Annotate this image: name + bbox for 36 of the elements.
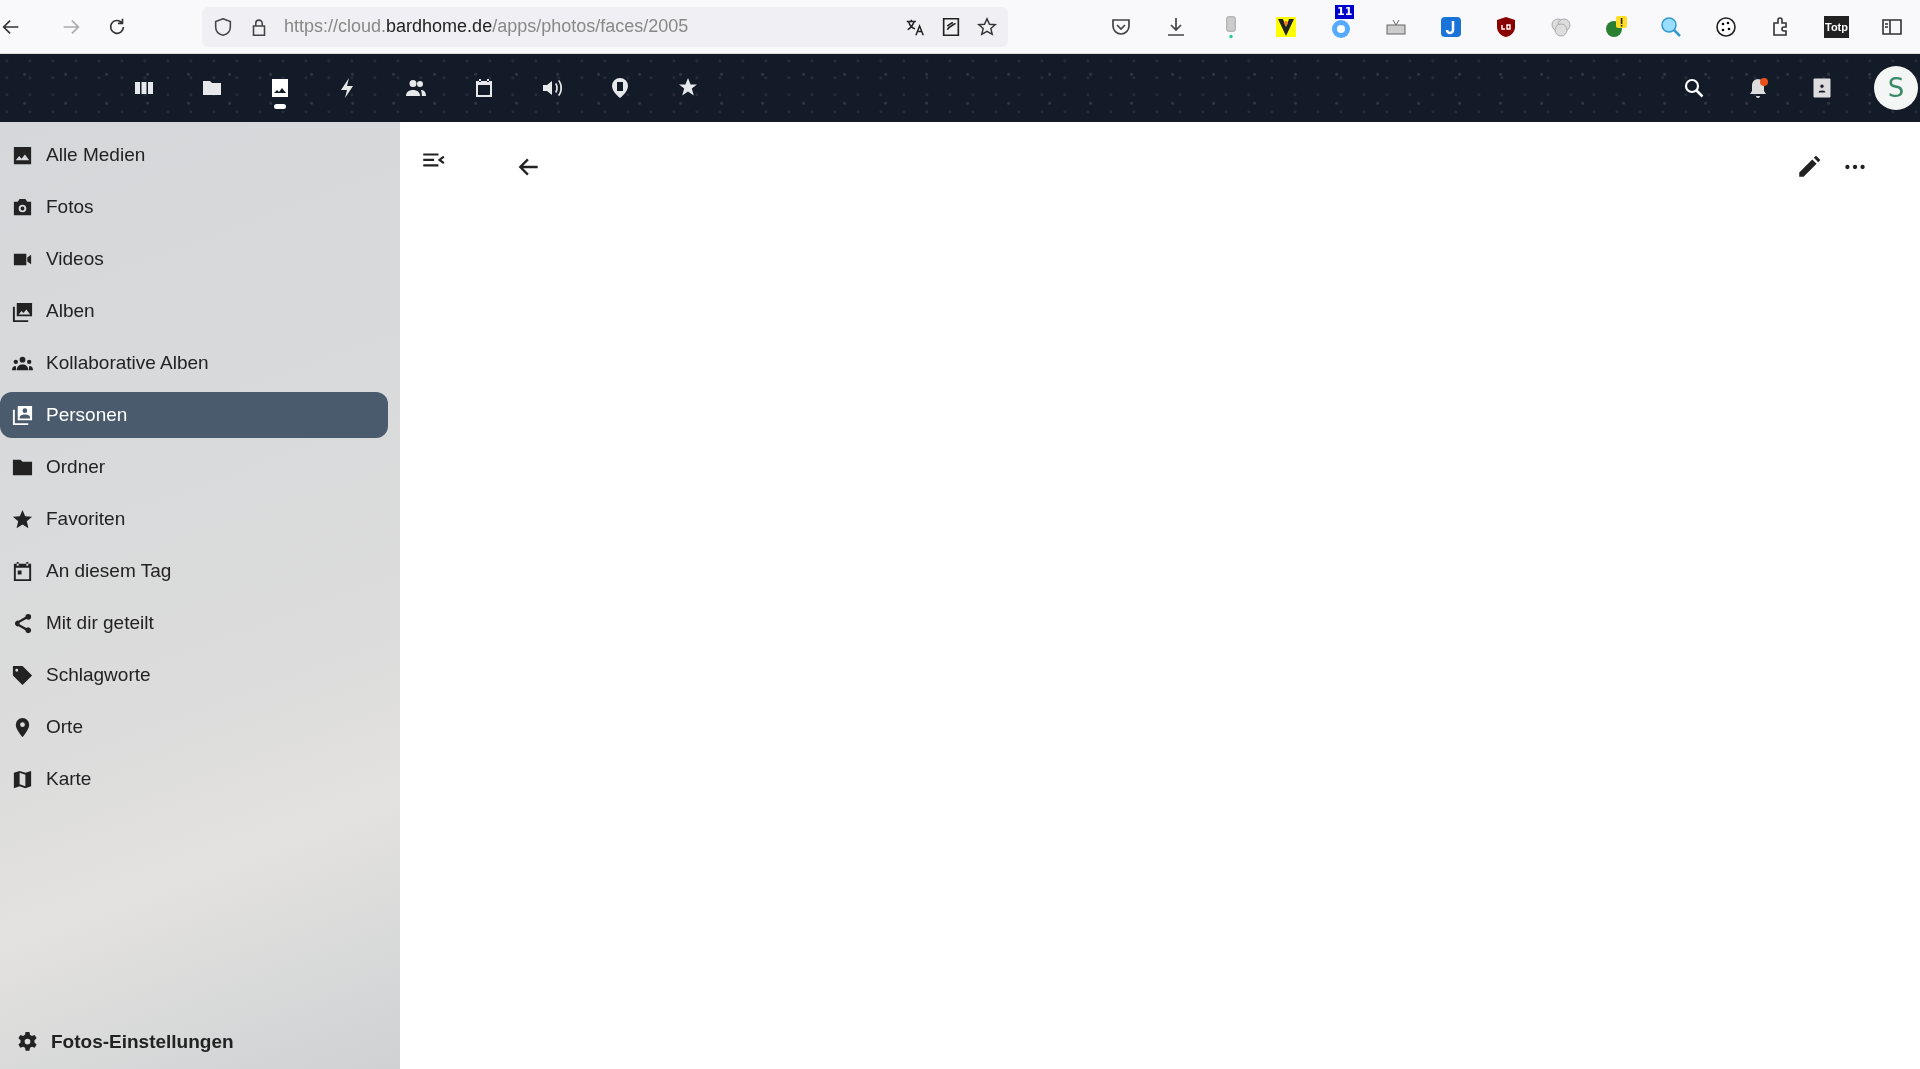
sidebar-item[interactable]: Favoriten [0,496,388,542]
user-avatar[interactable]: S [1874,66,1918,110]
settings-icon [16,1030,39,1053]
sidebar-item[interactable]: Alben [0,288,388,334]
portrait-icon [11,403,34,427]
extension-badge: 11 [1335,4,1355,19]
sidebar-item[interactable]: Videos [0,236,388,282]
sidebar-item[interactable]: Kollaborative Alben [0,340,388,386]
sidebar-item[interactable]: An diesem Tag [0,548,388,594]
totp-extension-button[interactable]: Totp [1824,15,1849,38]
contacts-icon[interactable] [1810,76,1834,100]
shield-icon [212,15,234,38]
reader-view-icon[interactable] [940,15,962,38]
magnifier-icon[interactable] [1659,14,1683,39]
sidebar-item[interactable]: Mit dir geteilt [0,600,388,646]
tag-icon [11,663,34,687]
sidebar-item[interactable]: Karte [0,756,388,802]
bookmark-star-icon[interactable] [976,15,998,38]
search-icon[interactable] [1682,76,1706,100]
settings-button[interactable]: Fotos-Einstellungen [0,1024,388,1059]
active-app-indicator [274,104,286,109]
address-bar[interactable]: https://cloud.bardhome.de/apps/photos/faces/2005 [202,6,1008,47]
sidebar-item[interactable]: Ordner [0,444,388,490]
shield-logo-icon[interactable] [1494,14,1518,39]
sidebar-item[interactable]: Alle Medien [0,132,388,178]
sidebar-item[interactable]: Orte [0,704,388,750]
star-icon [11,507,34,531]
cookie-icon[interactable] [1714,14,1738,39]
calendar-icon [11,559,34,583]
letter-v-icon[interactable] [1274,14,1298,39]
sidebar-item[interactable]: Schlagworte [0,652,388,698]
pencil-icon[interactable] [1796,154,1822,180]
sidebar-item[interactable]: Fotos [0,184,388,230]
letter-j-icon[interactable] [1439,14,1463,39]
sidebar-item[interactable]: Personen [0,392,388,438]
url-text: https://cloud.bardhome.de/apps/photos/faces/2005 [284,16,689,37]
